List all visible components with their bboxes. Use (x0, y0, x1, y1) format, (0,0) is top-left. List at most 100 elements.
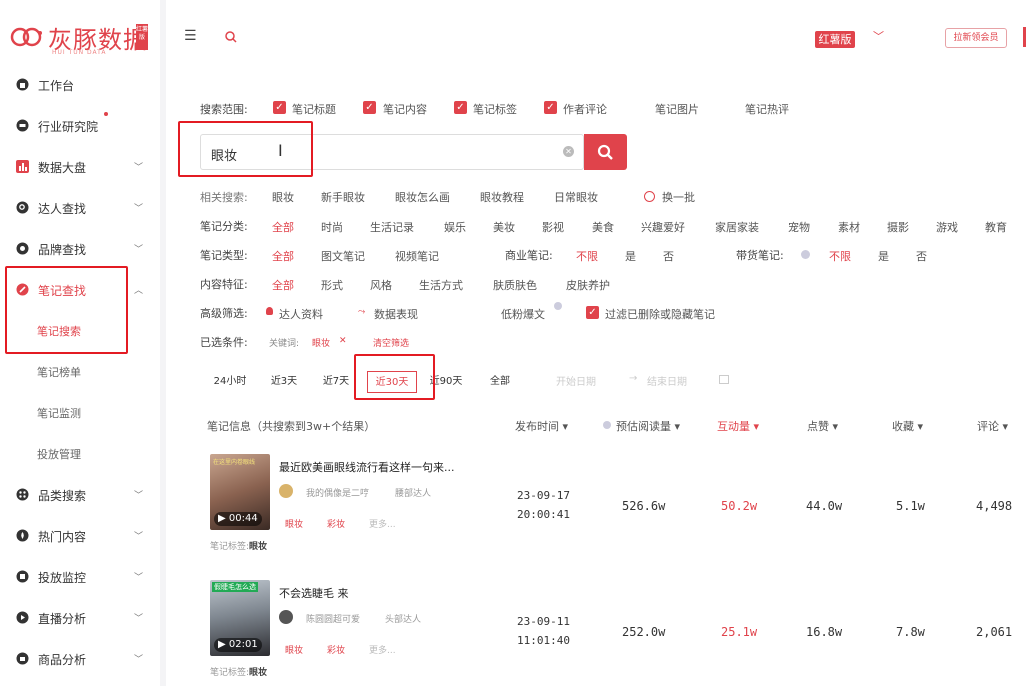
col-comments[interactable]: 评论 ▾ (977, 418, 1008, 434)
category-option[interactable]: 时尚 (321, 219, 343, 235)
date-filter-24h[interactable]: 24小时 (206, 371, 254, 393)
brand-logo[interactable]: 灰豚数据 HUI TUN DATA 红薯版 (8, 18, 158, 58)
invite-button[interactable]: 拉新领会员 (945, 28, 1007, 48)
category-option[interactable]: 影视 (542, 219, 564, 235)
nav-item-data-board[interactable]: 数据大盘 ﹀ (0, 147, 160, 188)
start-date-input[interactable]: 开始日期 (556, 373, 596, 388)
note-title[interactable]: 最近欧美画眼线流行看这样一句来... (279, 459, 455, 475)
menu-collapse-icon[interactable]: ☰ (184, 28, 197, 44)
category-option[interactable]: 美食 (592, 219, 614, 235)
version-badge[interactable]: 红薯版 (815, 31, 855, 48)
goods-option[interactable]: 否 (916, 248, 927, 264)
note-thumbnail[interactable]: 假睫毛怎么选 ▶ 02:01 (210, 580, 270, 656)
search-icon[interactable] (224, 30, 238, 44)
category-option[interactable]: 摄影 (887, 219, 909, 235)
col-reads[interactable]: 预估阅读量 ▾ (616, 418, 680, 434)
info-icon[interactable] (603, 421, 611, 429)
category-option[interactable]: 美妆 (493, 219, 515, 235)
author-name[interactable]: 我的偶像是二哼 (306, 486, 369, 499)
scope-option[interactable]: 笔记标签 (473, 101, 517, 117)
tag-link[interactable]: 眼妆 (285, 646, 303, 656)
nav-item-brand-search[interactable]: 品牌查找 ﹀ (0, 229, 160, 270)
nav-item-goods[interactable]: 商品分析 ﹀ (0, 639, 160, 680)
related-item[interactable]: 眼妆怎么画 (395, 189, 450, 205)
info-icon[interactable] (554, 302, 562, 310)
feature-option[interactable]: 皮肤养护 (566, 277, 610, 293)
refresh-button[interactable]: 换一批 (662, 189, 695, 205)
nav-item-talent-search[interactable]: 达人查找 ﹀ (0, 188, 160, 229)
feature-option[interactable]: 肤质肤色 (493, 277, 537, 293)
category-option[interactable]: 全部 (272, 219, 294, 235)
tag-link[interactable]: 彩妆 (327, 646, 345, 656)
note-thumbnail[interactable]: 在这里内卷眼线 ▶ 00:44 (210, 454, 270, 530)
date-filter-7d[interactable]: 近7天 (314, 371, 358, 393)
nav-item-live[interactable]: 直播分析 ﹀ (0, 598, 160, 639)
clear-icon[interactable]: ✕ (563, 146, 574, 157)
avatar[interactable] (279, 484, 293, 498)
category-option[interactable]: 素材 (838, 219, 860, 235)
nav-item-hot[interactable]: 热门内容 ﹀ (0, 516, 160, 557)
avatar[interactable] (279, 610, 293, 624)
table-row[interactable]: 假睫毛怎么选 ▶ 02:01 不会选睫毛 来 陈圆圆超可爱 头部达人 眼妆 彩妆 更… (166, 580, 1026, 686)
related-item[interactable]: 眼妆教程 (480, 189, 524, 205)
nav-item-category[interactable]: 品类搜索 ﹀ (0, 475, 160, 516)
col-likes[interactable]: 点赞 ▾ (807, 418, 838, 434)
end-date-input[interactable]: 结束日期 (647, 373, 687, 388)
scope-option[interactable]: 笔记图片 (655, 101, 699, 117)
note-type-option[interactable]: 图文笔记 (321, 248, 365, 264)
note-title[interactable]: 不会选睫毛 来 (279, 585, 349, 601)
clear-filters-button[interactable]: 清空筛选 (373, 336, 409, 349)
subnav-note-ranking[interactable]: 笔记榜单 (0, 352, 160, 393)
table-row[interactable]: 在这里内卷眼线 ▶ 00:44 最近欧美画眼线流行看这样一句来... 我的偶像是… (166, 454, 1026, 574)
category-option[interactable]: 娱乐 (444, 219, 466, 235)
commercial-option[interactable]: 是 (625, 248, 636, 264)
related-item[interactable]: 新手眼妆 (321, 189, 365, 205)
subnav-ad-manage[interactable]: 投放管理 (0, 434, 160, 475)
commercial-option[interactable]: 否 (663, 248, 674, 264)
date-filter-3d[interactable]: 近3天 (262, 371, 306, 393)
date-filter-all[interactable]: 全部 (478, 371, 522, 393)
category-option[interactable]: 兴趣爱好 (641, 219, 685, 235)
checkbox-checked-icon[interactable]: ✓ (544, 101, 557, 114)
refresh-icon[interactable] (644, 191, 655, 202)
tag-link[interactable]: 眼妆 (285, 520, 303, 530)
feature-option[interactable]: 风格 (370, 277, 392, 293)
tag-link[interactable]: 彩妆 (327, 520, 345, 530)
tag-link[interactable]: 更多... (369, 646, 396, 656)
filter-deleted-option[interactable]: 过滤已删除或隐藏笔记 (605, 306, 715, 322)
talent-filter[interactable]: 达人资料 (279, 306, 323, 322)
nav-item-industry[interactable]: 行业研究院 (0, 106, 160, 147)
tag-link[interactable]: 更多... (369, 520, 396, 530)
low-fans-filter[interactable]: 低粉爆文 (501, 306, 545, 322)
category-option[interactable]: 游戏 (936, 219, 958, 235)
subnav-note-monitor[interactable]: 笔记监测 (0, 393, 160, 434)
search-button[interactable] (584, 134, 627, 170)
feature-option[interactable]: 形式 (321, 277, 343, 293)
goods-option[interactable]: 不限 (829, 248, 851, 264)
scope-option[interactable]: 笔记热评 (745, 101, 789, 117)
scope-option[interactable]: 笔记内容 (383, 101, 427, 117)
info-icon[interactable] (801, 250, 810, 259)
col-interact[interactable]: 互动量 ▾ (717, 418, 759, 434)
checkbox-checked-icon[interactable]: ✓ (586, 306, 599, 319)
note-type-option[interactable]: 视频笔记 (395, 248, 439, 264)
commercial-option[interactable]: 不限 (576, 248, 598, 264)
nav-item-workbench[interactable]: 工作台 (0, 65, 160, 106)
feature-option[interactable]: 生活方式 (419, 277, 463, 293)
col-publish-time[interactable]: 发布时间 ▾ (515, 418, 568, 434)
goods-option[interactable]: 是 (878, 248, 889, 264)
checkbox-checked-icon[interactable]: ✓ (273, 101, 286, 114)
chevron-down-icon[interactable]: ﹀ (873, 28, 884, 44)
close-icon[interactable]: ✕ (339, 336, 347, 346)
col-collect[interactable]: 收藏 ▾ (892, 418, 923, 434)
checkbox-checked-icon[interactable]: ✓ (454, 101, 467, 114)
category-option[interactable]: 宠物 (788, 219, 810, 235)
scope-option[interactable]: 作者评论 (563, 101, 607, 117)
scope-option[interactable]: 笔记标题 (292, 101, 336, 117)
category-option[interactable]: 生活记录 (370, 219, 414, 235)
data-filter[interactable]: 数据表现 (374, 306, 418, 322)
author-name[interactable]: 陈圆圆超可爱 (306, 612, 360, 625)
related-item[interactable]: 日常眼妆 (554, 189, 598, 205)
related-item[interactable]: 眼妆 (272, 189, 294, 205)
calendar-icon[interactable] (719, 375, 729, 384)
